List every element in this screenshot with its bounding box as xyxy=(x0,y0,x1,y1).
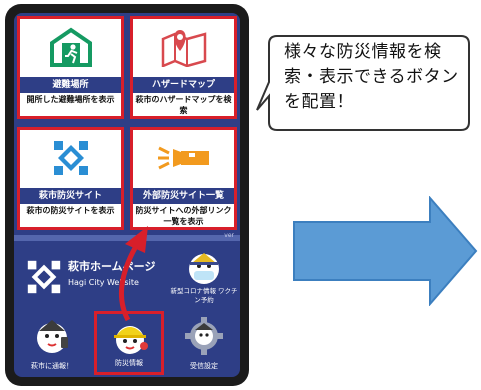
callout-text: 様々な防災情報を検索・表示できるボタンを配置！ xyxy=(284,42,459,112)
next-step-arrow-icon xyxy=(293,196,478,306)
slide: 避難場所 開所した避難場所を表示 ハザードマップ 萩市のハザードマップを検索 萩… xyxy=(0,0,481,390)
